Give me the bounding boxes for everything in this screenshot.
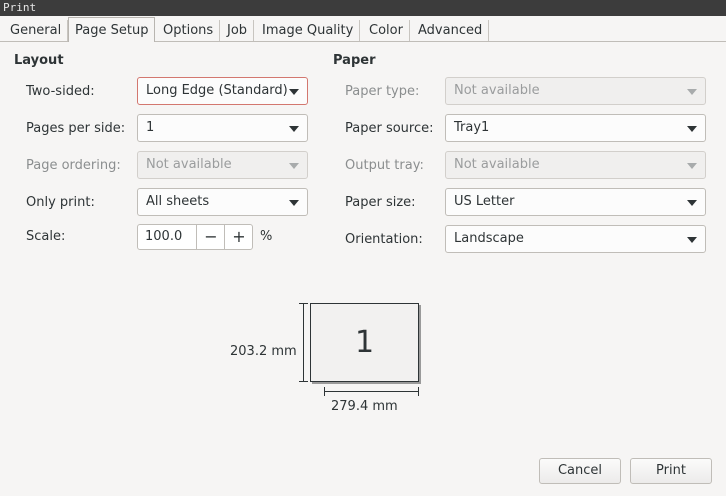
- tab-advanced[interactable]: Advanced: [412, 20, 490, 41]
- tab-bar: General Page Setup Options Job Image Qua…: [0, 16, 726, 42]
- pages-per-side-select[interactable]: 1: [137, 114, 308, 142]
- paper-source-select[interactable]: Tray1: [445, 114, 706, 142]
- output-tray-label: Output tray:: [345, 158, 424, 173]
- print-button[interactable]: Print: [630, 458, 712, 484]
- tab-page-setup[interactable]: Page Setup: [68, 17, 156, 42]
- scale-spinbutton: 100.0 − +: [137, 224, 253, 250]
- paper-size-value: US Letter: [454, 194, 515, 209]
- page-ordering-label: Page ordering:: [26, 158, 121, 173]
- pages-per-side-value: 1: [146, 120, 155, 135]
- paper-size-select[interactable]: US Letter: [445, 188, 706, 216]
- orientation-select[interactable]: Landscape: [445, 225, 706, 253]
- scale-input[interactable]: 100.0: [145, 225, 182, 249]
- preview-height-dimension-line: [303, 303, 304, 382]
- chevron-down-icon: [687, 89, 697, 95]
- paper-type-label: Paper type:: [345, 84, 420, 99]
- two-sided-select[interactable]: Long Edge (Standard): [137, 77, 308, 105]
- cancel-button[interactable]: Cancel: [539, 458, 621, 484]
- preview-page-number: 1: [354, 325, 375, 360]
- paper-section-title: Paper: [333, 53, 376, 68]
- paper-size-label: Paper size:: [345, 195, 416, 210]
- preview-width-tick-left: [324, 387, 325, 396]
- chevron-down-icon: [687, 237, 697, 243]
- scale-label: Scale:: [26, 229, 66, 244]
- paper-type-value: Not available: [454, 83, 540, 98]
- preview-width-tick-right: [418, 387, 419, 396]
- chevron-down-icon: [289, 126, 299, 132]
- chevron-down-icon: [289, 89, 299, 95]
- orientation-value: Landscape: [454, 231, 524, 246]
- tab-options[interactable]: Options: [157, 20, 221, 41]
- layout-section-title: Layout: [14, 53, 64, 68]
- tab-job[interactable]: Job: [221, 20, 255, 41]
- scale-decrement-button[interactable]: −: [196, 225, 225, 249]
- scale-increment-button[interactable]: +: [224, 225, 253, 249]
- paper-source-value: Tray1: [454, 120, 490, 135]
- only-print-value: All sheets: [146, 194, 210, 209]
- chevron-down-icon: [289, 163, 299, 169]
- chevron-down-icon: [687, 200, 697, 206]
- paper-type-select: Not available: [445, 77, 706, 105]
- preview-width-dimension-line: [324, 391, 419, 392]
- tab-color[interactable]: Color: [363, 20, 410, 41]
- chevron-down-icon: [687, 126, 697, 132]
- preview-height-tick-bottom: [299, 381, 308, 382]
- chevron-down-icon: [289, 200, 299, 206]
- paper-source-label: Paper source:: [345, 121, 434, 136]
- output-tray-select: Not available: [445, 151, 706, 179]
- preview-width-label: 279.4 mm: [331, 399, 398, 414]
- pages-per-side-label: Pages per side:: [26, 121, 126, 136]
- two-sided-value: Long Edge (Standard): [146, 83, 288, 98]
- scale-unit: %: [260, 229, 273, 244]
- preview-height-label: 203.2 mm: [230, 344, 297, 359]
- only-print-select[interactable]: All sheets: [137, 188, 308, 216]
- page-ordering-value: Not available: [146, 157, 232, 172]
- orientation-label: Orientation:: [345, 232, 423, 247]
- output-tray-value: Not available: [454, 157, 540, 172]
- page-ordering-select: Not available: [137, 151, 308, 179]
- chevron-down-icon: [687, 163, 697, 169]
- preview-height-tick-top: [299, 303, 308, 304]
- window-title: Print: [0, 0, 726, 16]
- only-print-label: Only print:: [26, 195, 95, 210]
- tab-general[interactable]: General: [4, 20, 69, 41]
- two-sided-label: Two-sided:: [26, 84, 95, 99]
- tab-image-quality[interactable]: Image Quality: [256, 20, 361, 41]
- page-preview: 1: [310, 303, 419, 382]
